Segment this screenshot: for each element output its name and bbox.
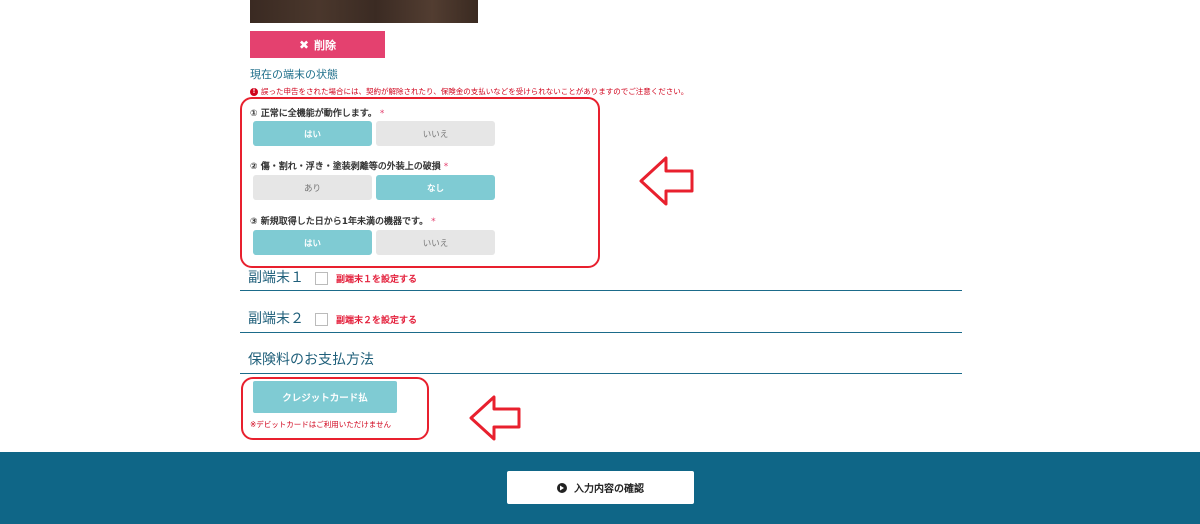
device-photo [250, 0, 478, 23]
annotation-arrow-icon [469, 395, 521, 441]
exclamation-icon: ! [250, 87, 258, 96]
device-status-title: 現在の端末の状態 [250, 68, 338, 81]
sub-device-1-option[interactable]: 副端末１を設定する [315, 272, 417, 285]
annotation-frame-payment [241, 377, 429, 440]
annotation-frame-questions [240, 97, 600, 268]
delete-button[interactable]: ✖ 削除 [250, 31, 385, 58]
circle-arrow-right-icon [557, 482, 567, 493]
annotation-arrow-icon [639, 156, 694, 206]
sub-device-2-title: 副端末２ [248, 311, 304, 327]
sub-device-2-option[interactable]: 副端末２を設定する [315, 313, 417, 326]
divider [240, 290, 962, 291]
confirm-input-button[interactable]: 入力内容の確認 [506, 470, 695, 505]
sub-device-2-checkbox[interactable] [315, 313, 328, 326]
divider [240, 373, 962, 374]
payment-title: 保険料のお支払方法 [248, 352, 374, 368]
sub-device-1-title: 副端末１ [248, 270, 304, 286]
close-icon: ✖ [298, 37, 310, 52]
divider [240, 332, 962, 333]
warning-text: 誤った申告をされた場合には、契約が解除されたり、保険金の支払いなどを受けられない… [261, 87, 689, 96]
delete-button-label: 削除 [314, 38, 337, 52]
sub-device-1-checkbox[interactable] [315, 272, 328, 285]
confirm-button-label: 入力内容の確認 [574, 484, 644, 495]
warning-message: ! 誤った申告をされた場合には、契約が解除されたり、保険金の支払いなどを受けられ… [250, 86, 688, 97]
sub-device-1-checkbox-label[interactable]: 副端末１を設定する [336, 272, 417, 285]
sub-device-2-checkbox-label[interactable]: 副端末２を設定する [336, 313, 417, 326]
